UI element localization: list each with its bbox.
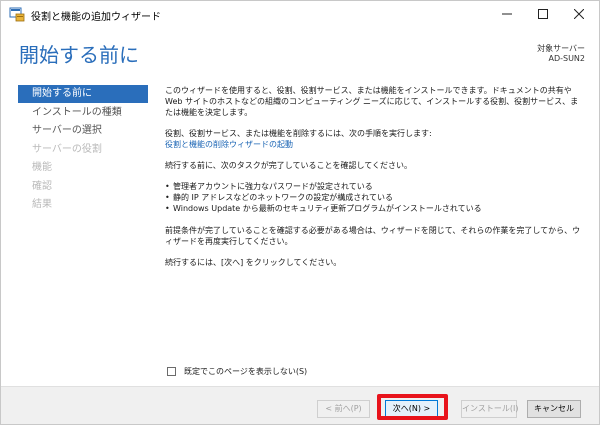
cancel-button[interactable]: キャンセル [527,400,581,418]
close-icon [574,9,584,19]
nav-item-server-selection[interactable]: サーバーの選択 [18,122,148,140]
nav-item-results: 結果 [32,199,52,210]
install-button[interactable]: インストール(I) [461,400,518,418]
server-manager-icon [9,7,25,22]
remove-text: 役割、役割サービス、または機能を削除するには、次の手順を実行します: [165,129,432,138]
window-title: 役割と機能の追加ウィザード [31,12,161,23]
remove-section: 役割、役割サービス、または機能を削除するには、次の手順を実行します: 役割と機能… [165,128,585,150]
skip-page-label: 既定でこのページを表示しない(S) [184,367,308,376]
page-title: 開始する前に [19,43,139,67]
back-button[interactable]: < 前へ(P) [317,400,370,418]
intro-text: このウィザードを使用すると、役割、役割サービス、または機能をインストールできます… [165,86,579,117]
list-item: 管理者アカウントに強力なパスワードが設定されている [165,181,585,192]
nav-item-before-you-begin[interactable]: 開始する前に [18,85,148,103]
target-server-value: AD-SUN2 [548,54,585,63]
wizard-window: 役割と機能の追加ウィザード 開始する前に 対象サーバー AD-SUN2 開始する… [0,0,600,425]
wizard-content: このウィザードを使用すると、役割、役割サービス、または機能をインストールできます… [165,85,585,278]
remove-wizard-link[interactable]: 役割と機能の削除ウィザードの起動 [165,139,585,150]
list-item: 静的 IP アドレスなどのネットワークの設定が構成されている [165,192,585,203]
wizard-nav: 開始する前に インストールの種類 サーバーの選択 サーバーの役割 機能 確認 結… [18,85,148,215]
prerequisite-list: 管理者アカウントに強力なパスワードが設定されている 静的 IP アドレスなどのネ… [165,181,585,214]
title-bar: 役割と機能の追加ウィザード [1,1,599,29]
next-button[interactable]: 次へ(N) > [385,400,438,418]
skip-page-checkbox[interactable] [167,367,176,376]
prereq-text: 前提条件が完了していることを確認する必要がある場合は、ウィザードを閉じて、それら… [165,226,581,246]
maximize-icon [538,9,548,19]
nav-item-installation-type[interactable]: インストールの種類 [18,104,148,122]
target-server-label: 対象サーバー [537,44,585,53]
nav-item-features: 機能 [32,162,52,173]
verify-text: 続行する前に、次のタスクが完了していることを確認してください。 [165,161,413,170]
minimize-icon [502,13,512,15]
maximize-button[interactable] [525,1,561,27]
continue-text: 続行するには、[次へ] をクリックしてください。 [165,258,342,267]
nav-item-confirmation: 確認 [32,180,52,192]
minimize-button[interactable] [489,1,525,27]
nav-item-server-roles: サーバーの役割 [32,143,102,155]
close-button[interactable] [561,1,597,27]
skip-page-option[interactable]: 既定でこのページを表示しない(S) [167,366,307,377]
wizard-header: 開始する前に 対象サーバー AD-SUN2 [1,29,599,74]
wizard-footer: < 前へ(P) 次へ(N) > インストール(I) キャンセル [1,386,599,424]
list-item: Windows Update から最新のセキュリティ更新プログラムがインストール… [165,203,585,214]
